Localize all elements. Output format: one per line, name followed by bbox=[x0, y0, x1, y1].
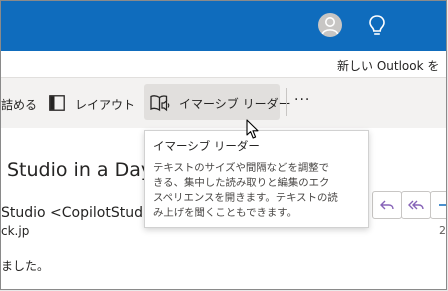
layout-icon bbox=[49, 95, 65, 111]
sender-email: ck.jp bbox=[1, 224, 30, 238]
layout-label: レイアウト bbox=[75, 98, 136, 112]
forward-button[interactable] bbox=[430, 191, 446, 219]
outlook-window: 新しい Outlook を 詰める レイアウト ⌄ イマーシブ リーダー ···… bbox=[0, 0, 447, 290]
reply-all-icon bbox=[408, 200, 424, 210]
sender-name[interactable]: Studio <CopilotStud bbox=[1, 205, 143, 221]
tooltip-line-3: スペリエンスを開きます。テキストの読 bbox=[153, 192, 338, 204]
ribbon-toolbar: 詰める レイアウト ⌄ イマーシブ リーダー ··· bbox=[1, 78, 446, 128]
fit-button[interactable]: 詰める bbox=[1, 96, 37, 122]
message-actions bbox=[372, 191, 446, 219]
message-body-preview: ました。 bbox=[1, 259, 50, 273]
avatar-icon[interactable] bbox=[318, 13, 342, 37]
tooltip-line-1: テキストのサイズや間隔などを調整で bbox=[153, 162, 330, 174]
message-date: 2 bbox=[439, 224, 446, 237]
reply-all-button[interactable] bbox=[401, 191, 431, 219]
tooltip-line-2: きる、集中した読み取りと編集のエク bbox=[153, 177, 330, 189]
cursor-icon bbox=[246, 119, 259, 139]
ribbon-divider bbox=[286, 88, 287, 116]
tooltip-line-4: み上げを聞くこともできます。 bbox=[153, 207, 298, 219]
immersive-reader-tooltip: イマーシブ リーダー テキストのサイズや間隔などを調整で きる、集中した読み取り… bbox=[144, 130, 369, 228]
immersive-reader-button[interactable]: イマーシブ リーダー bbox=[144, 84, 291, 120]
immersive-reader-label: イマーシブ リーダー bbox=[179, 97, 291, 111]
more-options-button[interactable]: ··· bbox=[294, 92, 310, 108]
title-bar bbox=[1, 1, 446, 51]
reply-icon bbox=[380, 200, 394, 210]
tooltip-title: イマーシブ リーダー bbox=[153, 139, 260, 153]
forward-icon bbox=[439, 204, 446, 206]
lightbulb-icon[interactable] bbox=[367, 14, 387, 38]
new-outlook-banner: 新しい Outlook を bbox=[1, 51, 446, 78]
message-subject: Studio in a Day bbox=[7, 159, 153, 181]
immersive-reader-icon bbox=[150, 95, 170, 112]
new-outlook-text[interactable]: 新しい Outlook を bbox=[337, 57, 439, 74]
reply-button[interactable] bbox=[372, 191, 402, 219]
